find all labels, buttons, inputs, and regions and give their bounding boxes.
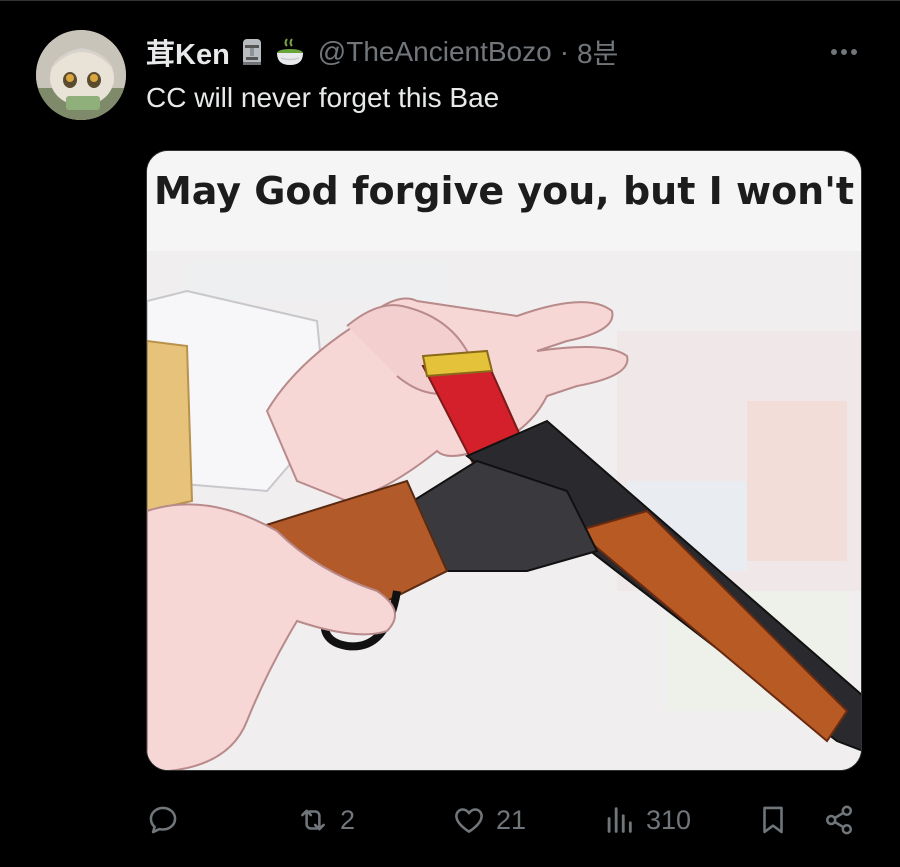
- reply-button[interactable]: [146, 798, 190, 842]
- separator-dot: ·: [559, 36, 570, 67]
- tweet-media-image[interactable]: May God forgive you, but I won't: [146, 150, 862, 771]
- author-display-name[interactable]: 茸Ken: [146, 31, 230, 73]
- author-handle[interactable]: @TheAncientBozo: [318, 36, 552, 68]
- tweet-text: CC will never forget this Bae: [146, 82, 500, 113]
- tweet-timestamp[interactable]: 8분: [577, 32, 618, 72]
- more-options-button[interactable]: [824, 38, 864, 66]
- like-count: 21: [496, 804, 527, 835]
- bookmark-button[interactable]: [756, 798, 790, 842]
- views-button[interactable]: 310: [602, 798, 691, 842]
- green-tea-emoji-icon: [274, 36, 306, 68]
- reply-icon: [149, 806, 177, 834]
- bookmark-icon: [763, 806, 783, 834]
- retweet-count: 2: [340, 804, 356, 835]
- avatar[interactable]: [36, 30, 126, 120]
- tweet-header: 茸Ken @TheAncientBozo · 8분: [146, 30, 618, 74]
- tweet[interactable]: 茸Ken @TheAncientBozo · 8분 CC will never …: [0, 0, 900, 867]
- tweet-actions-bar: 2 21 310: [146, 798, 862, 842]
- share-icon: [825, 805, 853, 835]
- moai-emoji-icon: [236, 36, 268, 68]
- views-chart-icon: [607, 807, 632, 833]
- share-button[interactable]: [822, 798, 856, 842]
- meme-caption: May God forgive you, but I won't: [153, 169, 855, 213]
- divider: [0, 0, 900, 1]
- retweet-icon: [301, 809, 325, 831]
- heart-icon: [455, 808, 483, 833]
- more-horizontal-icon: [831, 49, 857, 55]
- avatar-image: [36, 30, 126, 120]
- like-button[interactable]: 21: [452, 798, 526, 842]
- meme-illustration: [147, 151, 861, 770]
- views-count: 310: [646, 804, 692, 835]
- retweet-button[interactable]: 2: [296, 798, 355, 842]
